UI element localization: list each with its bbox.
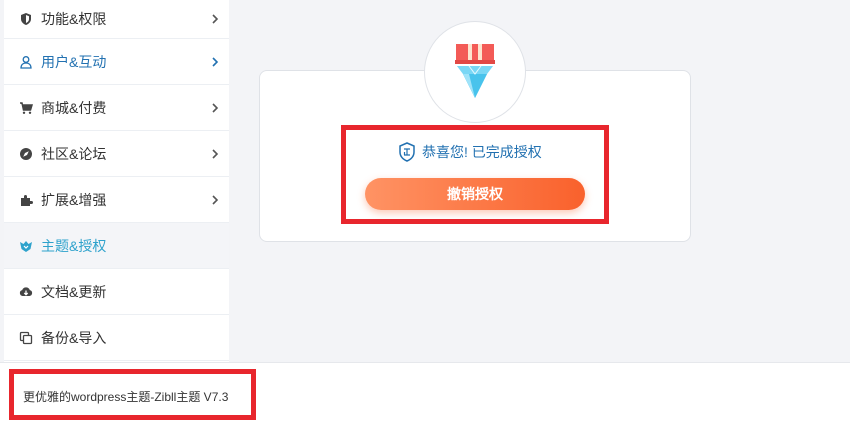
sidebar-item-docs[interactable]: 文档&更新: [4, 269, 229, 315]
sidebar-item-label: 文档&更新: [41, 283, 107, 300]
sidebar-item-shop[interactable]: 商城&付费: [4, 85, 229, 131]
chevron-right-icon: [212, 194, 219, 205]
puzzle-icon: [19, 193, 33, 207]
sidebar-item-users[interactable]: 用户&互动: [4, 39, 229, 85]
sidebar-item-theme[interactable]: 主题&授权: [4, 223, 229, 269]
sidebar-item-community[interactable]: 社区&论坛: [4, 131, 229, 177]
shield-icon: [19, 12, 33, 26]
sidebar-item-label: 功能&权限: [41, 11, 107, 27]
sidebar-item-backup[interactable]: 备份&导入: [4, 315, 229, 361]
sidebar-item-label: 扩展&增强: [41, 191, 107, 208]
sidebar-item-label: 主题&授权: [41, 237, 107, 254]
chevron-right-icon: [212, 102, 219, 113]
verified-shield-icon: [399, 142, 415, 162]
theme-logo-icon: [19, 239, 33, 253]
chevron-right-icon: [212, 148, 219, 159]
user-icon: [19, 55, 33, 69]
chevron-right-icon: [212, 56, 219, 67]
license-status: 恭喜您! 已完成授权: [398, 142, 542, 162]
sidebar-item-extensions[interactable]: 扩展&增强: [4, 177, 229, 223]
chevron-right-icon: [212, 14, 219, 24]
sidebar-item-label: 商城&付费: [41, 99, 107, 116]
cloud-download-icon: [19, 285, 33, 299]
diamond-medal-icon: [455, 44, 495, 98]
footer-version-text: 更优雅的wordpress主题-Zibll主题 V7.3: [23, 390, 229, 404]
copy-icon: [19, 331, 33, 345]
sidebar-item-label: 用户&互动: [41, 53, 107, 70]
license-status-text: 恭喜您! 已完成授权: [422, 144, 542, 160]
medal-badge: [424, 21, 526, 123]
revoke-license-button[interactable]: 撤销授权: [365, 178, 585, 210]
sidebar-item-features[interactable]: 功能&权限: [4, 0, 229, 39]
sidebar-item-label: 备份&导入: [41, 329, 107, 346]
cart-icon: [19, 101, 33, 115]
sidebar: 功能&权限 用户&互动 商城&付费 社区&论坛 扩展&增强 主题&授权 文档&更…: [4, 0, 229, 362]
sidebar-item-label: 社区&论坛: [41, 145, 107, 162]
compass-icon: [19, 147, 33, 161]
